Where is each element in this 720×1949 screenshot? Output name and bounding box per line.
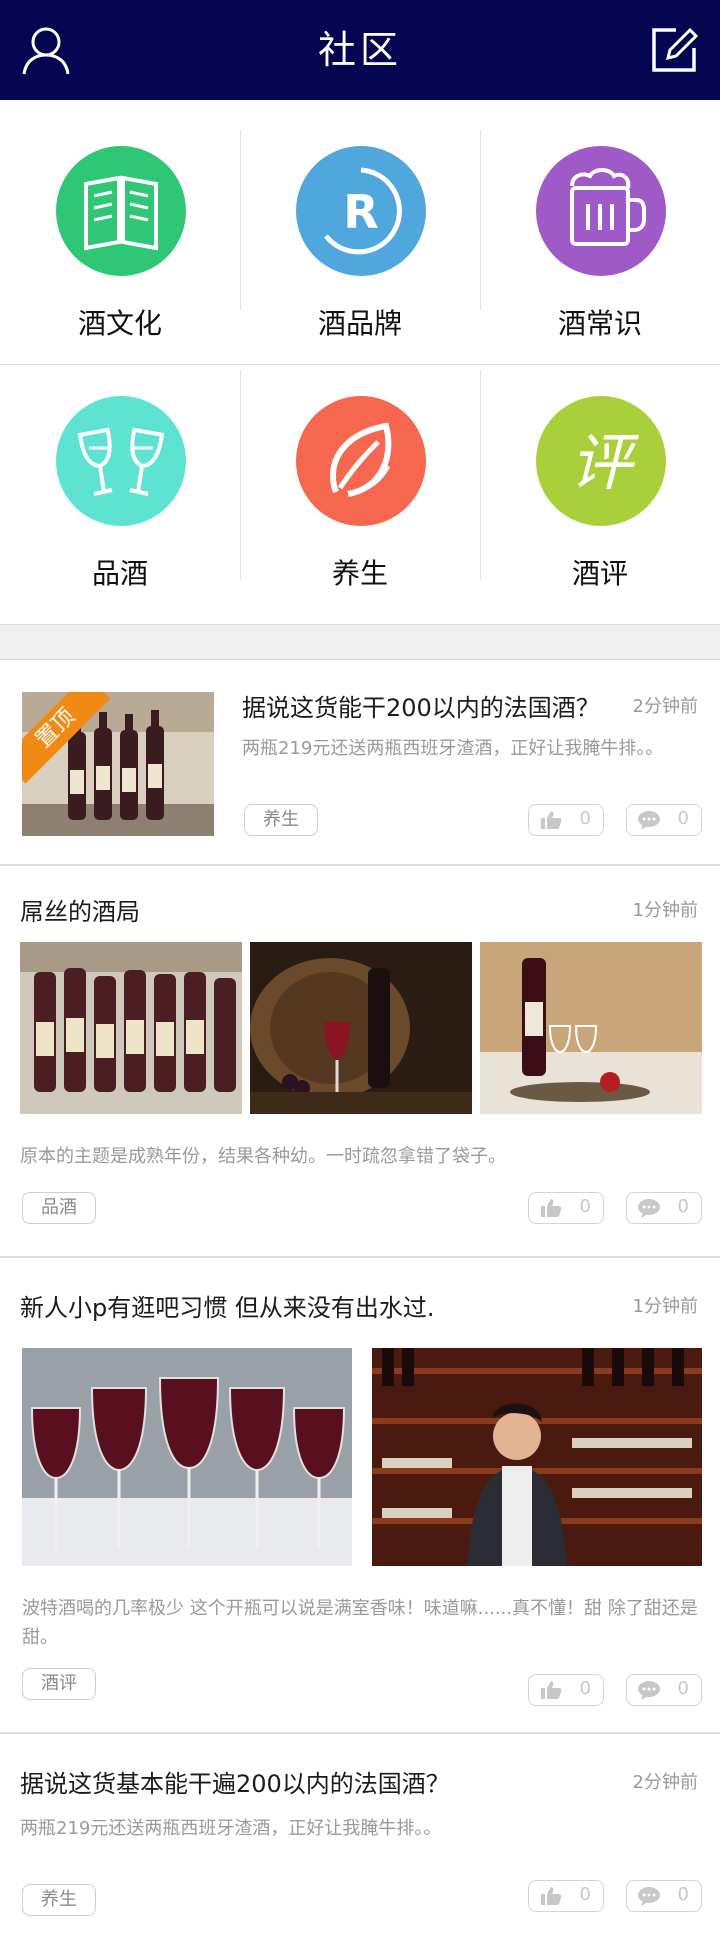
comment-icon xyxy=(638,1681,660,1700)
section-divider xyxy=(0,624,720,660)
like-count: 0 xyxy=(579,808,591,829)
comment-button[interactable]: 0 xyxy=(626,1674,702,1706)
comment-count: 0 xyxy=(677,1884,689,1905)
comment-count: 0 xyxy=(677,808,689,829)
post-image xyxy=(22,1348,352,1566)
comment-button[interactable]: 0 xyxy=(626,1880,702,1912)
post-title: 新人小p有逛吧习惯 但从来没有出水过. xyxy=(20,1294,435,1322)
review-char-icon: 评 xyxy=(536,396,666,526)
like-button[interactable]: 0 xyxy=(528,1192,604,1224)
comment-button[interactable]: 0 xyxy=(626,1192,702,1224)
post-thumbnail: 置顶 xyxy=(22,692,214,836)
post-title: 屌丝的酒局 xyxy=(20,898,140,926)
comment-icon xyxy=(638,1199,660,1218)
like-button[interactable]: 0 xyxy=(528,804,604,836)
category-label: 品酒 xyxy=(91,557,148,590)
post-title: 据说这货能干200以内的法国酒？ xyxy=(242,694,600,722)
category-tasting[interactable]: 品酒 xyxy=(0,360,240,610)
post-card[interactable]: 据说这货基本能干遍200以内的法国酒？ 2分钟前 两瓶219元还送两瓶西班牙渣酒… xyxy=(0,1734,720,1949)
thumbs-up-icon xyxy=(541,1887,562,1905)
registered-icon: R xyxy=(296,146,426,276)
post-image xyxy=(20,942,242,1114)
category-wine-knowledge[interactable]: 酒常识 xyxy=(480,110,720,360)
post-card[interactable]: 置顶 据说这货能干200以内的法国酒？ 2分钟前 两瓶219元还送两瓶西班牙渣酒… xyxy=(0,658,720,866)
edit-icon[interactable] xyxy=(646,22,702,78)
svg-text:R: R xyxy=(343,185,378,239)
post-description: 两瓶219元还送两瓶西班牙渣酒，正好让我腌牛排。。 xyxy=(242,738,664,759)
category-label: 酒品牌 xyxy=(317,307,402,340)
post-image xyxy=(250,942,472,1114)
post-tag[interactable]: 养生 xyxy=(244,804,318,836)
category-health[interactable]: 养生 xyxy=(240,360,480,610)
book-icon xyxy=(56,146,186,276)
comment-button[interactable]: 0 xyxy=(626,804,702,836)
like-button[interactable]: 0 xyxy=(528,1880,604,1912)
category-wine-brand[interactable]: R 酒品牌 xyxy=(240,110,480,360)
comment-count: 0 xyxy=(677,1678,689,1699)
post-time: 1分钟前 xyxy=(632,900,698,921)
beer-mug-icon xyxy=(536,146,666,276)
post-time: 1分钟前 xyxy=(632,1296,698,1317)
top-bar: 社区 xyxy=(0,0,720,100)
category-label: 酒评 xyxy=(571,557,628,590)
svg-text:评: 评 xyxy=(570,426,640,499)
post-description: 两瓶219元还送两瓶西班牙渣酒，正好让我腌牛排。。 xyxy=(20,1818,442,1839)
post-description: 原本的主题是成熟年份，结果各种幼。一时疏忽拿错了袋子。 xyxy=(20,1146,506,1167)
thumbs-up-icon xyxy=(541,1681,562,1699)
comment-count: 0 xyxy=(677,1196,689,1217)
category-label: 酒文化 xyxy=(77,307,162,340)
post-time: 2分钟前 xyxy=(632,1772,698,1793)
post-tag[interactable]: 酒评 xyxy=(22,1668,96,1700)
post-time: 2分钟前 xyxy=(632,696,698,717)
category-wine-culture[interactable]: 酒文化 xyxy=(0,110,240,360)
like-count: 0 xyxy=(579,1884,591,1905)
post-card[interactable]: 屌丝的酒局 1分钟前 原本的主题是成熟年份，结果各种幼。一时疏忽拿错了袋子。 品… xyxy=(0,866,720,1258)
category-grid: 酒文化 R 酒品牌 酒常识 品酒 养生 评 酒评 xyxy=(0,100,720,620)
page-title: 社区 xyxy=(317,28,402,72)
wine-glasses-icon xyxy=(56,396,186,526)
like-count: 0 xyxy=(579,1678,591,1699)
thumbs-up-icon xyxy=(541,1199,562,1217)
comment-icon xyxy=(638,811,660,830)
category-review[interactable]: 评 酒评 xyxy=(480,360,720,610)
post-image xyxy=(480,942,702,1114)
post-description: 波特酒喝的几率极少 这个开瓶可以说是满室香味！味道嘛......真不懂！甜 除了… xyxy=(22,1598,698,1648)
post-tag[interactable]: 品酒 xyxy=(22,1192,96,1224)
post-image xyxy=(372,1348,702,1566)
like-count: 0 xyxy=(579,1196,591,1217)
post-title: 据说这货基本能干遍200以内的法国酒？ xyxy=(20,1770,450,1798)
leaf-icon xyxy=(296,396,426,526)
comment-icon xyxy=(638,1887,660,1906)
post-card[interactable]: 新人小p有逛吧习惯 但从来没有出水过. 1分钟前 波特酒喝的几率极少 这个开瓶可… xyxy=(0,1258,720,1734)
thumbs-up-icon xyxy=(541,811,562,829)
post-tag[interactable]: 养生 xyxy=(22,1884,96,1916)
category-label: 酒常识 xyxy=(557,307,642,340)
like-button[interactable]: 0 xyxy=(528,1674,604,1706)
category-label: 养生 xyxy=(331,557,388,590)
